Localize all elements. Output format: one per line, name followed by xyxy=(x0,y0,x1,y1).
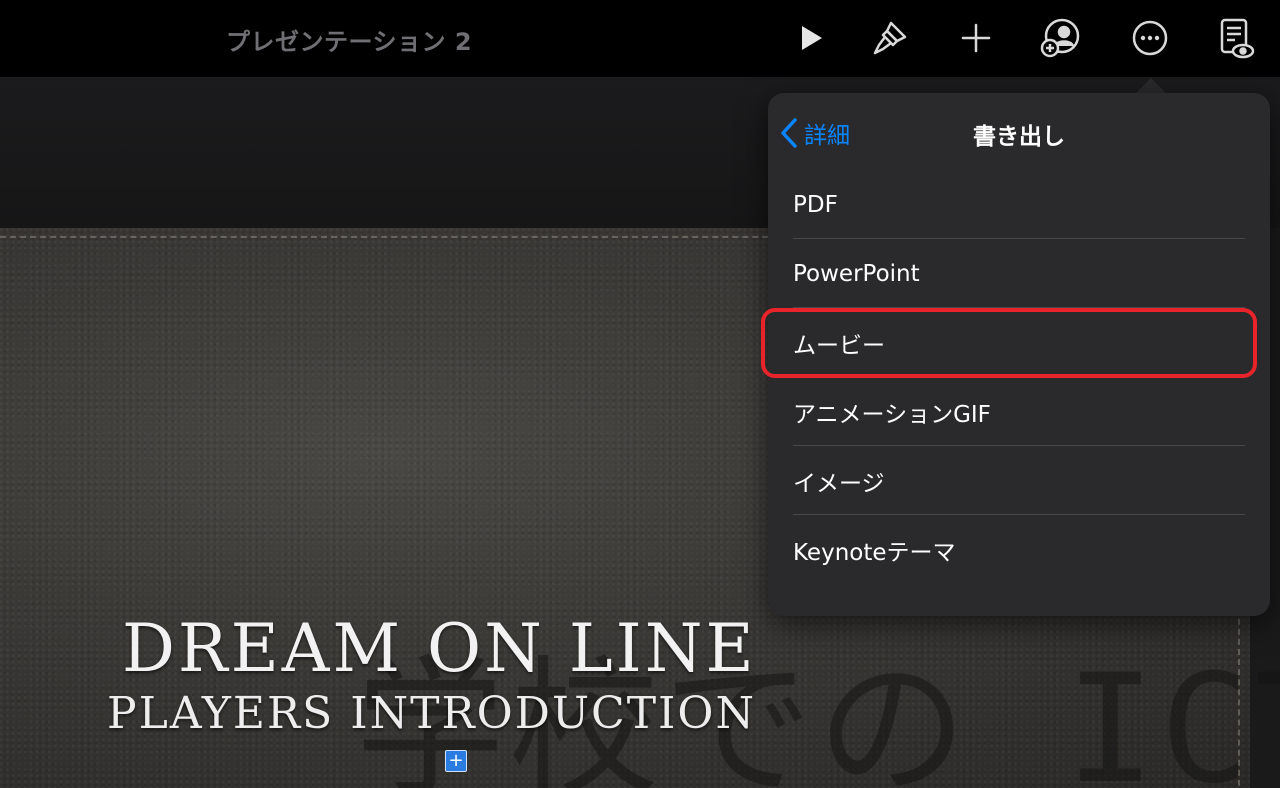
menu-item-image[interactable]: イメージ xyxy=(793,446,1245,515)
menu-item-pdf[interactable]: PDF xyxy=(793,170,1245,239)
menu-item-keynote-theme[interactable]: Keynoteテーマ xyxy=(793,515,1245,584)
menu-item-animated-gif[interactable]: アニメーションGIF xyxy=(793,377,1245,446)
more-icon[interactable] xyxy=(1129,17,1171,59)
menu-item-label: PDF xyxy=(793,191,838,218)
menu-item-powerpoint[interactable]: PowerPoint xyxy=(793,239,1245,308)
menu-item-label: イメージ xyxy=(793,470,885,497)
popover-title: 書き出し xyxy=(973,124,1065,150)
menu-item-label: Keynoteテーマ xyxy=(793,539,956,566)
menu-item-label: PowerPoint xyxy=(793,260,920,287)
popover-arrow xyxy=(1135,78,1167,94)
play-icon[interactable] xyxy=(789,17,831,59)
menu-item-label: アニメーションGIF xyxy=(793,401,991,428)
collaborate-icon[interactable] xyxy=(1039,17,1081,59)
format-brush-icon[interactable] xyxy=(869,17,911,59)
add-icon[interactable] xyxy=(955,17,997,59)
document-title[interactable]: プレゼンテーション 2 xyxy=(226,22,472,57)
slide-title[interactable]: DREAM ON LINE xyxy=(122,610,757,687)
highlight-annotation xyxy=(761,308,1257,378)
popover-header: 詳細 書き出し xyxy=(768,93,1270,169)
reader-view-icon[interactable] xyxy=(1215,17,1257,59)
add-slide-element-button[interactable]: + xyxy=(445,750,467,772)
toolbar: プレゼンテーション 2 xyxy=(0,0,1280,77)
slide-subtitle[interactable]: PLAYERS INTRODUCTION xyxy=(107,688,756,739)
